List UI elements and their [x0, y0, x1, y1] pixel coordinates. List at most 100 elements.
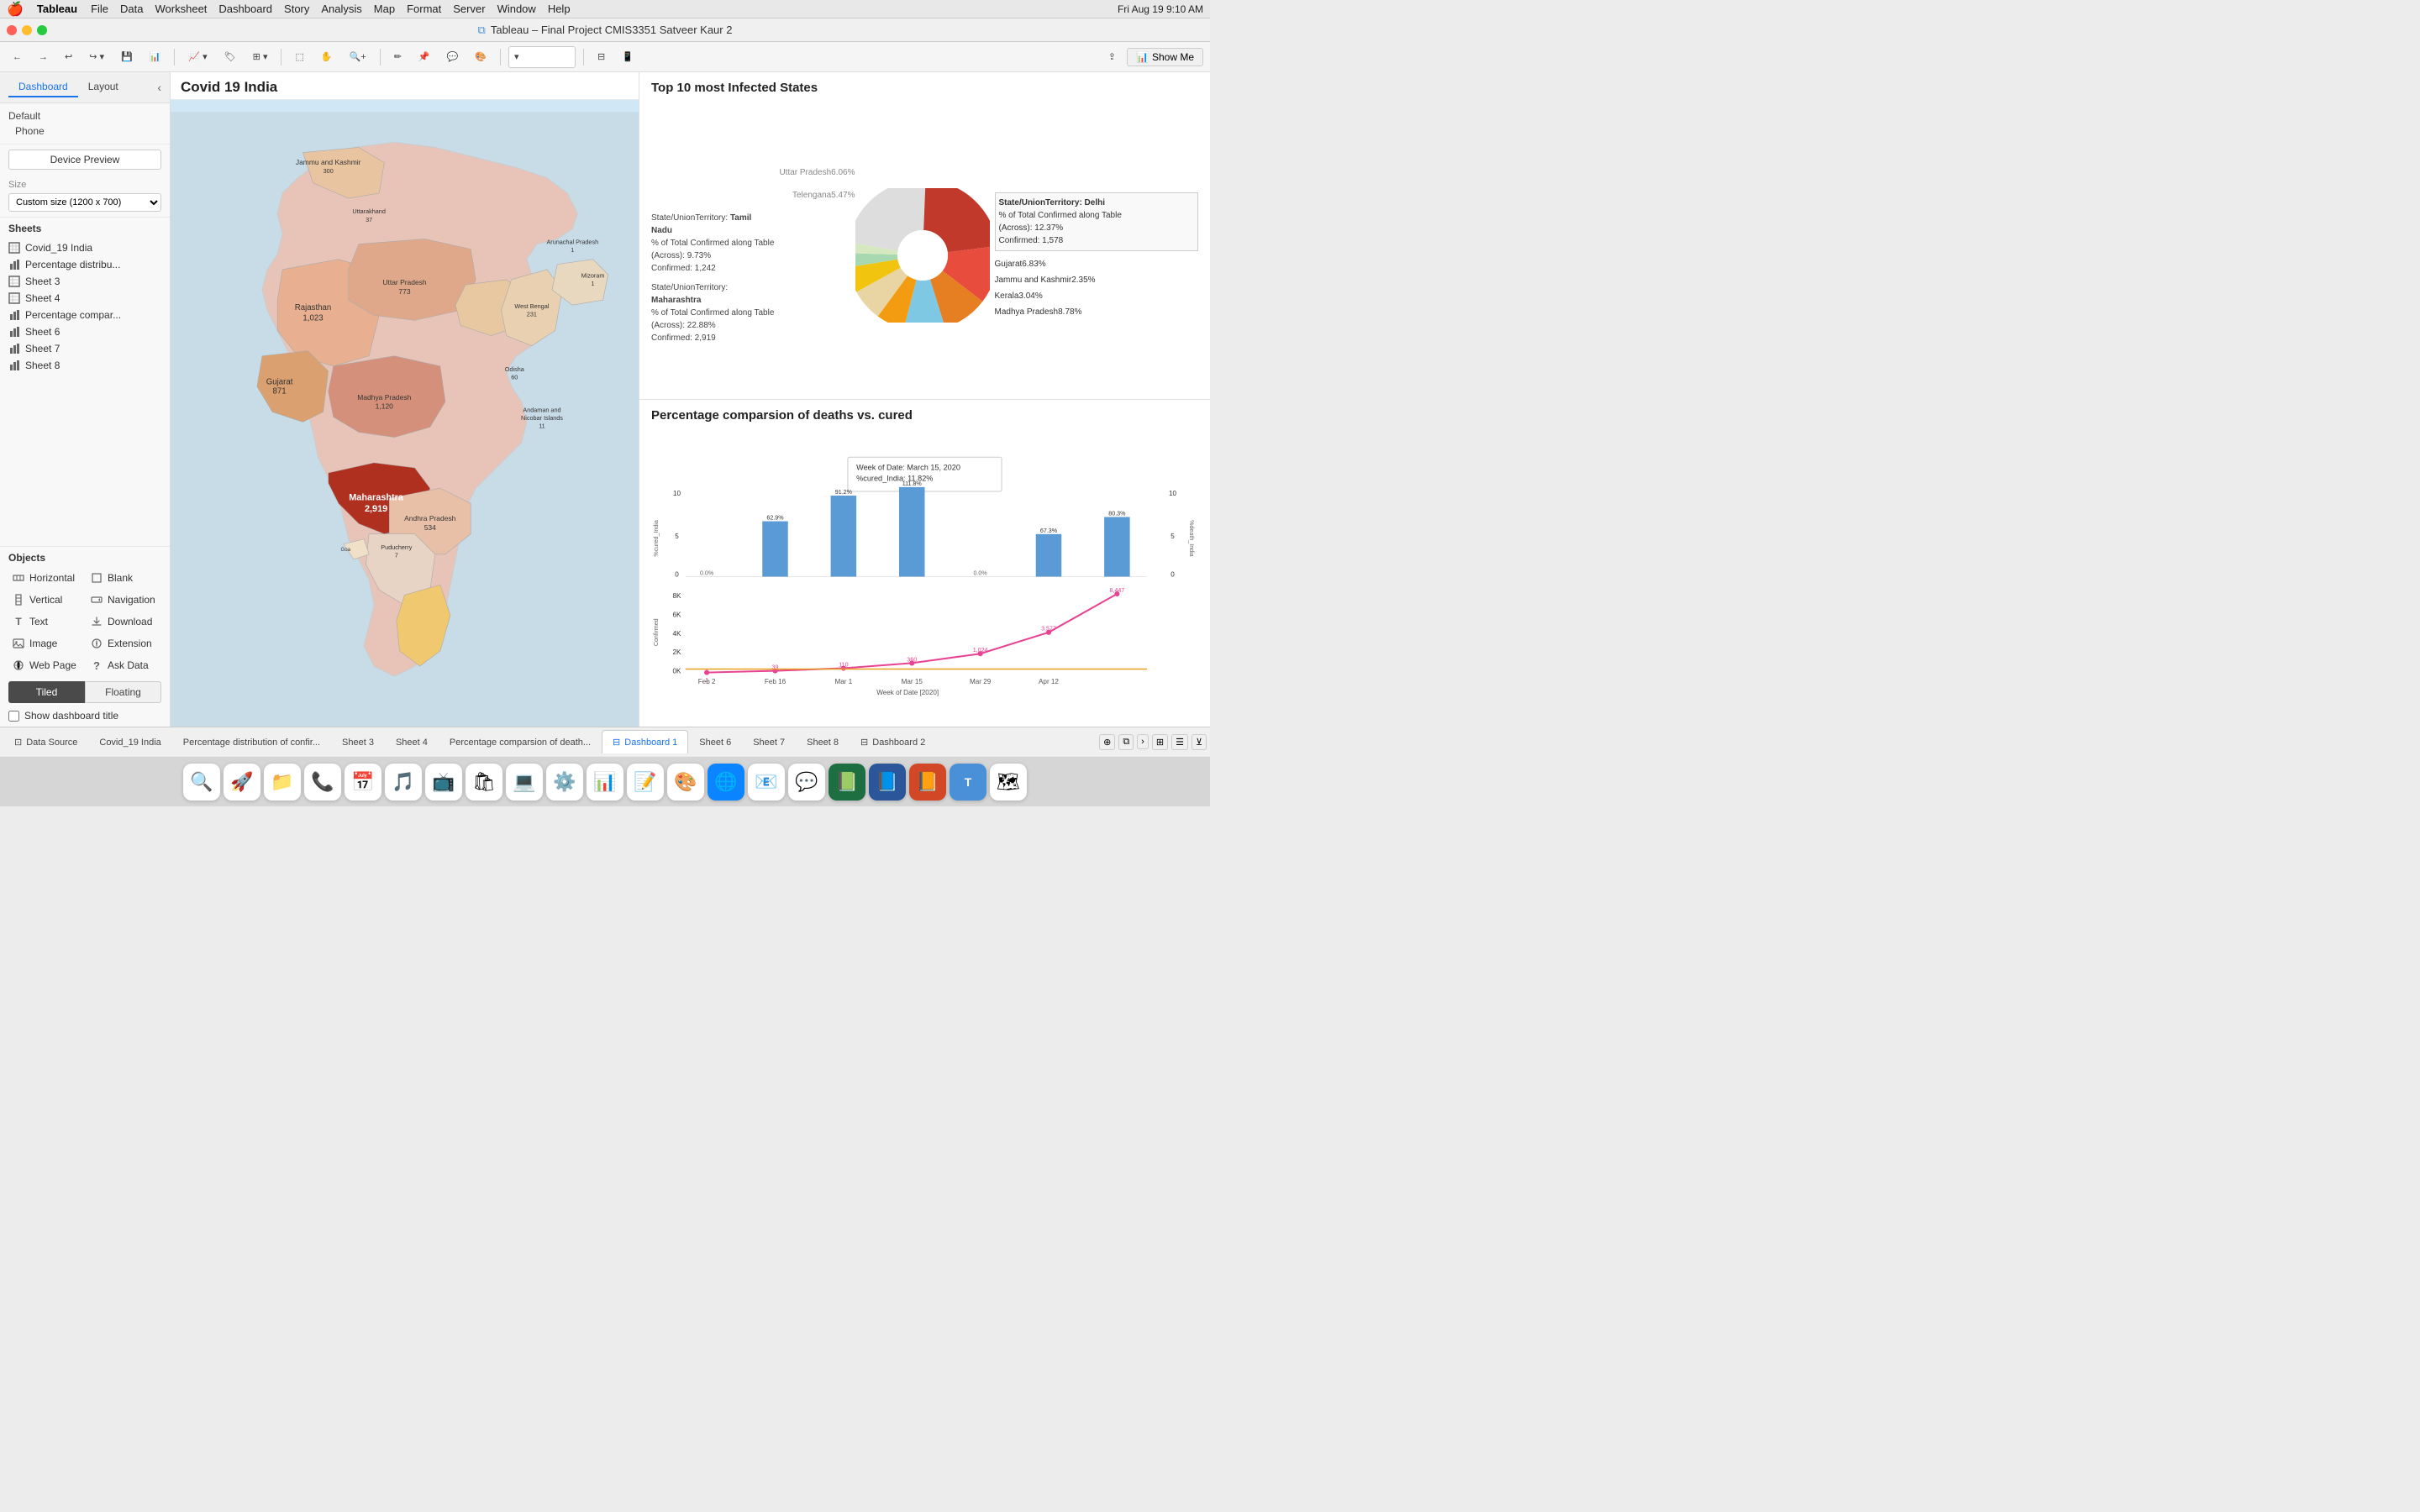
object-askdata[interactable]: ? Ask Data — [87, 656, 161, 675]
default-item[interactable]: Default — [8, 108, 161, 123]
duplicate-button[interactable]: ⧉ — [1118, 734, 1134, 750]
dock-tableau[interactable]: T — [950, 764, 986, 801]
sheet-item[interactable]: Sheet 8 — [8, 357, 161, 374]
menu-window[interactable]: Window — [497, 3, 536, 15]
menu-map[interactable]: Map — [374, 3, 395, 15]
object-extension[interactable]: Extension — [87, 634, 161, 653]
undo-button[interactable]: ↩ — [59, 46, 78, 68]
dock-tv[interactable]: 📺 — [425, 764, 462, 801]
share-button[interactable]: ⇪ — [1102, 46, 1122, 68]
dock-numbers[interactable]: 📊 — [587, 764, 623, 801]
menu-dashboard[interactable]: Dashboard — [218, 3, 272, 15]
object-text[interactable]: T Text — [8, 612, 83, 631]
annotate-button[interactable]: 📌 — [413, 46, 436, 68]
dock-notes[interactable]: 📝 — [627, 764, 664, 801]
filter-dropdown[interactable]: ▾ — [508, 46, 576, 68]
redo-button[interactable]: ↪ ▾ — [83, 46, 110, 68]
show-labels-button[interactable]: 🏷 — [218, 46, 242, 68]
format-button[interactable]: 🎨 — [469, 46, 492, 68]
grid-view-button[interactable]: ⊞ — [1152, 734, 1168, 750]
dock-word[interactable]: 📘 — [869, 764, 906, 801]
object-navigation[interactable]: Navigation — [87, 591, 161, 609]
menu-help[interactable]: Help — [548, 3, 571, 15]
tab-percentage-comp[interactable]: Percentage comparsion of death... — [439, 730, 602, 753]
dock-settings[interactable]: ⚙️ — [546, 764, 583, 801]
tab-sheet3[interactable]: Sheet 3 — [331, 730, 385, 753]
sheet-item[interactable]: Sheet 4 — [8, 290, 161, 307]
tiled-button[interactable]: Tiled — [8, 681, 85, 703]
dock-system[interactable]: 💻 — [506, 764, 543, 801]
apple-menu[interactable]: 🍎 — [7, 1, 24, 18]
menu-story[interactable]: Story — [284, 3, 309, 15]
list-view-button[interactable]: ☰ — [1171, 734, 1188, 750]
dock-files[interactable]: 📁 — [264, 764, 301, 801]
show-me-button[interactable]: 📊 Show Me — [1127, 48, 1203, 66]
tab-sheet8[interactable]: Sheet 8 — [796, 730, 850, 753]
dock-launchpad[interactable]: 🚀 — [224, 764, 260, 801]
menu-analysis[interactable]: Analysis — [321, 3, 361, 15]
mark-button[interactable]: ✏ — [388, 46, 408, 68]
tab-sheet6[interactable]: Sheet 6 — [688, 730, 742, 753]
tab-dashboard2[interactable]: ⊟ Dashboard 2 — [850, 730, 936, 753]
chart-type-button[interactable]: 📈 ▾ — [182, 46, 213, 68]
tab-covid19india[interactable]: Covid_19 India — [88, 730, 171, 753]
dock-appstore[interactable]: 🛍 — [466, 764, 502, 801]
menu-server[interactable]: Server — [453, 3, 485, 15]
show-title-checkbox[interactable] — [8, 711, 19, 722]
minimize-button[interactable] — [22, 25, 32, 35]
forward-button[interactable]: → — [33, 46, 54, 68]
menu-format[interactable]: Format — [407, 3, 441, 15]
tab-dashboard[interactable]: Dashboard — [8, 77, 78, 97]
sheet-item[interactable]: Percentage compar... — [8, 307, 161, 323]
menu-worksheet[interactable]: Worksheet — [155, 3, 208, 15]
layout-button[interactable]: ⊞ ▾ — [247, 46, 274, 68]
tab-datasource[interactable]: ⊡ Data Source — [3, 730, 88, 753]
tab-sheet7[interactable]: Sheet 7 — [742, 730, 796, 753]
menu-data[interactable]: Data — [120, 3, 143, 15]
dock-messages[interactable]: 💬 — [788, 764, 825, 801]
device-preview-toolbar[interactable]: 📱 — [616, 46, 639, 68]
sheet-item[interactable]: Sheet 7 — [8, 340, 161, 357]
dock-finder[interactable]: 🔍 — [183, 764, 220, 801]
new-datasource-button[interactable]: 📊 — [144, 46, 167, 68]
device-preview-button[interactable]: Device Preview — [8, 150, 161, 170]
dock-music[interactable]: 🎵 — [385, 764, 422, 801]
tab-dashboard1[interactable]: ⊟ Dashboard 1 — [602, 730, 688, 753]
dock-globe[interactable]: 🗺 — [990, 764, 1027, 801]
object-vertical[interactable]: Vertical — [8, 591, 83, 609]
tab-layout[interactable]: Layout — [78, 77, 129, 97]
save-button[interactable]: 💾 — [115, 46, 139, 68]
tab-sheet4[interactable]: Sheet 4 — [385, 730, 439, 753]
dock-safari[interactable]: 🌐 — [708, 764, 744, 801]
select-button[interactable]: ⬚ — [289, 46, 309, 68]
dock-powerpoint[interactable]: 📙 — [909, 764, 946, 801]
close-button[interactable] — [7, 25, 17, 35]
tooltip-button[interactable]: 💬 — [441, 46, 465, 68]
dock-contacts[interactable]: 📞 — [304, 764, 341, 801]
sheet-item[interactable]: Sheet 3 — [8, 273, 161, 290]
presentation-button[interactable]: ⊟ — [592, 46, 611, 68]
pan-button[interactable]: ✋ — [315, 46, 339, 68]
tab-percentage-dist[interactable]: Percentage distribution of confir... — [172, 730, 331, 753]
india-map-area[interactable]: Jammu and Kashmir 300 Uttarakhand 37 Aru… — [171, 100, 639, 727]
object-image[interactable]: Image — [8, 634, 83, 653]
object-webpage[interactable]: Web Page — [8, 656, 83, 675]
object-horizontal[interactable]: Horizontal — [8, 569, 83, 587]
sheet-item[interactable]: Sheet 6 — [8, 323, 161, 340]
tab-scroll-right[interactable]: › — [1137, 734, 1149, 749]
object-blank[interactable]: Blank — [87, 569, 161, 587]
size-select[interactable]: Custom size (1200 x 700) — [8, 193, 161, 212]
new-sheet-button[interactable]: ⊕ — [1099, 734, 1115, 750]
phone-item[interactable]: Phone — [8, 123, 161, 139]
back-button[interactable]: ← — [7, 46, 28, 68]
zoom-in-button[interactable]: 🔍+ — [344, 46, 372, 68]
object-download[interactable]: Download — [87, 612, 161, 631]
dock-calendar[interactable]: 📅 — [345, 764, 381, 801]
dock-mail[interactable]: 📧 — [748, 764, 785, 801]
sheet-item[interactable]: Percentage distribu... — [8, 256, 161, 273]
dock-sketch[interactable]: 🎨 — [667, 764, 704, 801]
maximize-button[interactable] — [37, 25, 47, 35]
sort-button[interactable]: ⊻ — [1192, 734, 1207, 750]
dock-excel[interactable]: 📗 — [829, 764, 865, 801]
sheet-item[interactable]: Covid_19 India — [8, 239, 161, 256]
